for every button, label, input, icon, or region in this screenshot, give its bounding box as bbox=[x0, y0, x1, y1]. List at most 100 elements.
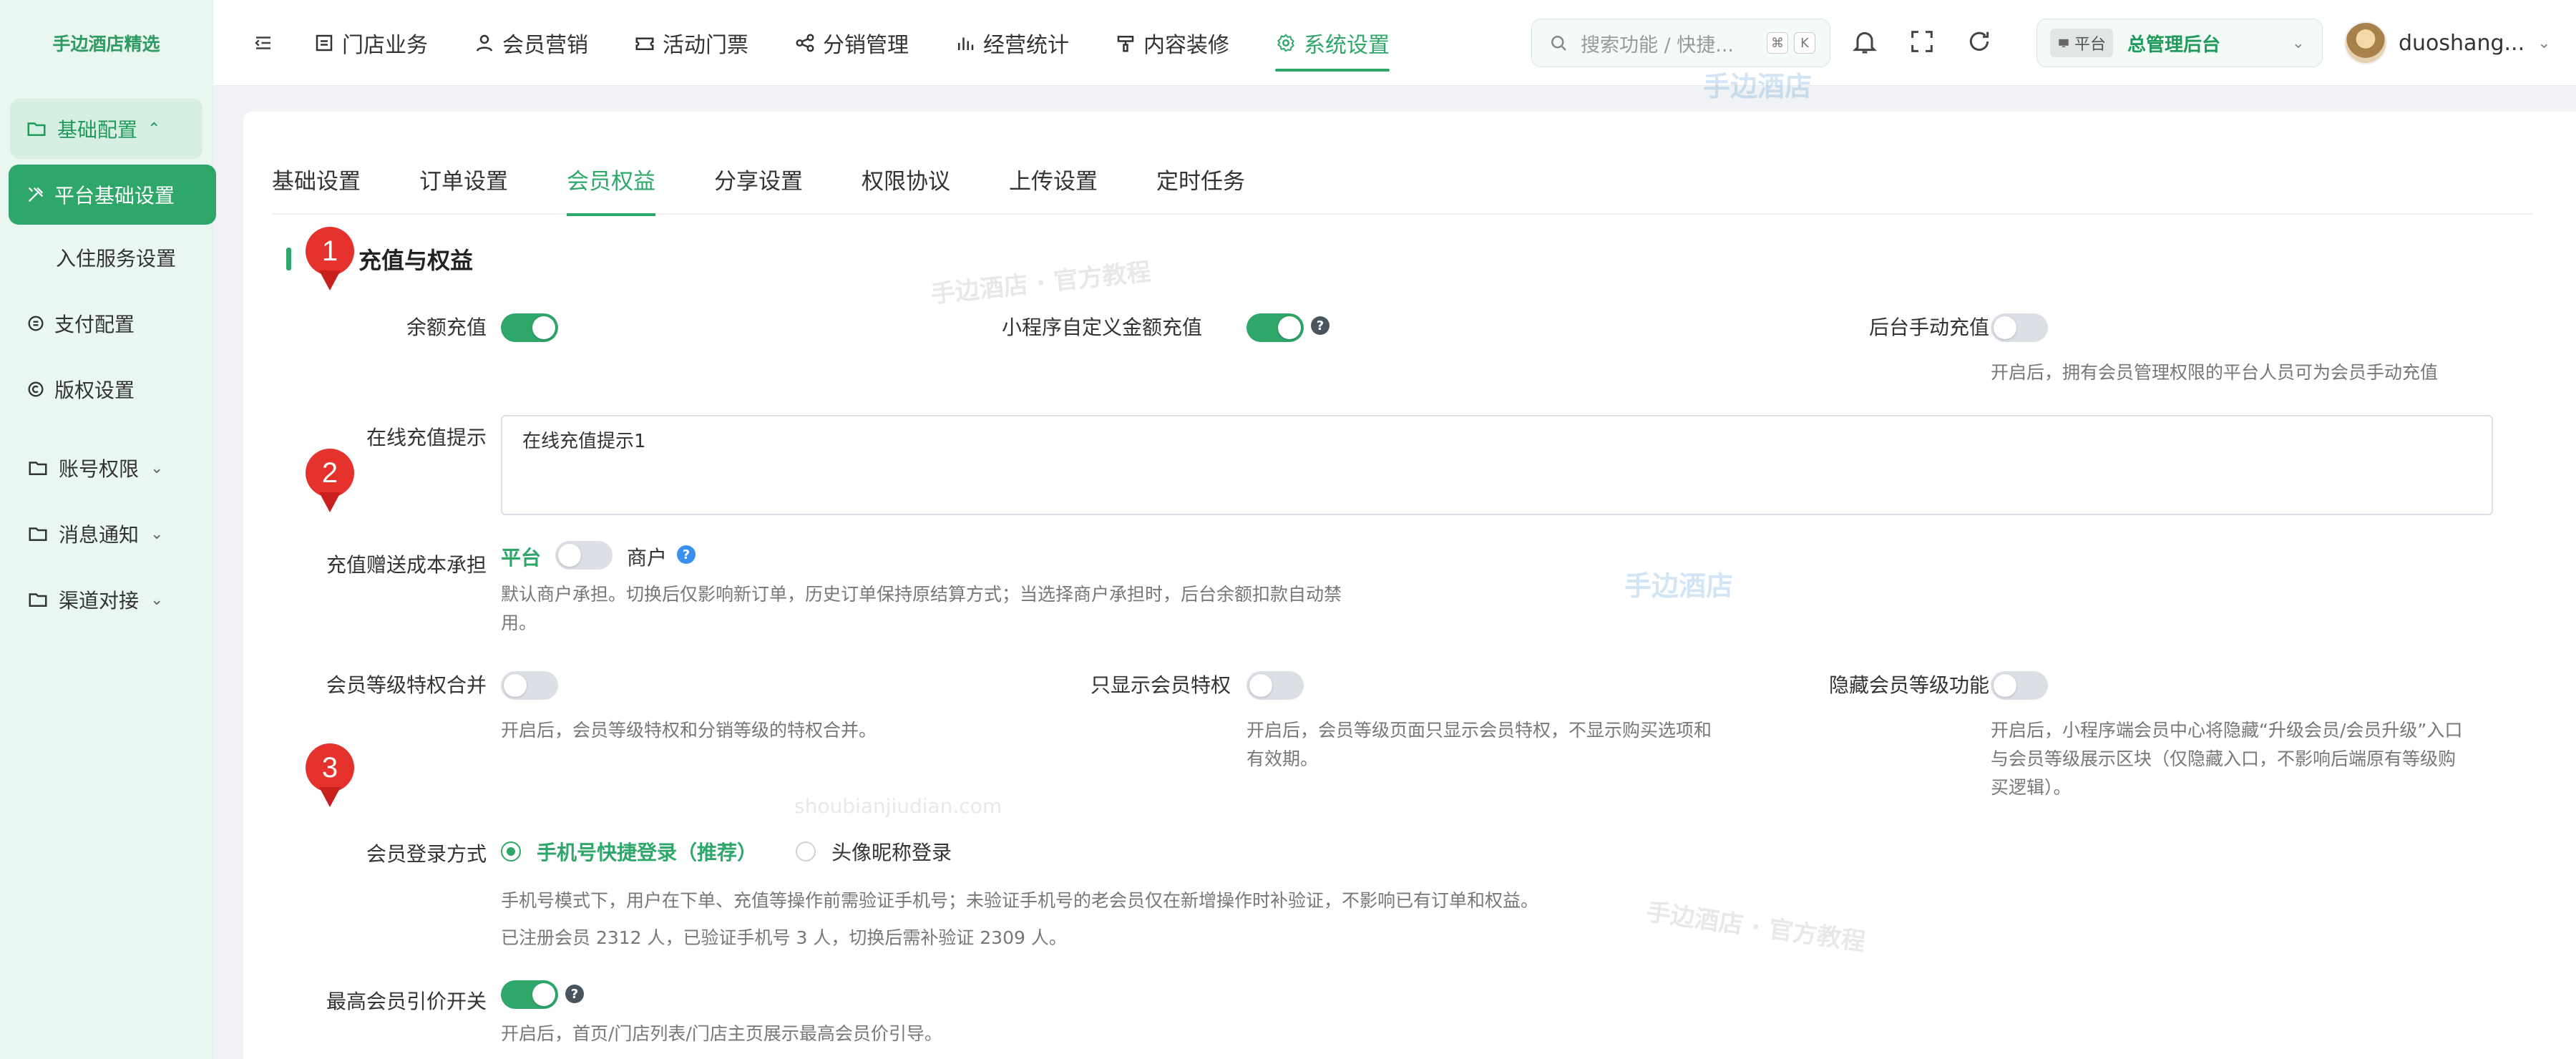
balance-recharge-label: 余额充值 bbox=[406, 316, 487, 339]
balance-recharge-switch[interactable] bbox=[501, 313, 558, 342]
nav-system-settings[interactable]: 系统设置 bbox=[1275, 0, 1390, 86]
only-member-priv-switch[interactable] bbox=[1246, 671, 1304, 700]
payment-icon bbox=[28, 316, 44, 331]
user-icon bbox=[476, 34, 493, 52]
nav-label: 经营统计 bbox=[983, 32, 1069, 58]
folder-icon bbox=[29, 462, 47, 475]
tab-permission-agreement[interactable]: 权限协议 bbox=[862, 155, 950, 215]
marker-number: 2 bbox=[322, 457, 338, 489]
nav-content-decor[interactable]: 内容装修 bbox=[1115, 0, 1229, 86]
folder-icon bbox=[29, 527, 47, 541]
sidebar-item-copyright[interactable]: 版权设置 bbox=[0, 356, 213, 422]
radio-label: 头像昵称登录 bbox=[831, 841, 952, 864]
nav-business-stats[interactable]: 经营统计 bbox=[955, 0, 1069, 86]
annotation-marker-3: 3 bbox=[306, 743, 354, 807]
top-member-price-switch[interactable] bbox=[501, 980, 558, 1009]
nav-activity-tickets[interactable]: 活动门票 bbox=[634, 0, 748, 86]
ticket-icon bbox=[635, 37, 654, 50]
sidebar: 手边酒店精选 基础配置 ⌃ 平台基础设置 入住服务设置 支付配置 版权设置 账号… bbox=[0, 0, 216, 1059]
sidebar-group-account[interactable]: 账号权限 ⌄ bbox=[0, 435, 213, 501]
brand-logo-text: 手边酒店精选 bbox=[52, 34, 160, 54]
share-icon bbox=[796, 34, 814, 52]
miniapp-custom-recharge-label: 小程序自定义金额充值 bbox=[1001, 316, 1202, 339]
tab-basic[interactable]: 基础设置 bbox=[272, 155, 361, 215]
tab-order[interactable]: 订单设置 bbox=[419, 155, 508, 215]
search-input[interactable]: 搜索功能 / 快捷... ⌘ K bbox=[1531, 19, 1830, 67]
sidebar-item-label: 平台基础设置 bbox=[54, 184, 175, 208]
role-select[interactable]: 平台 总管理后台 ⌄ bbox=[2036, 19, 2323, 67]
miniapp-custom-recharge-switch[interactable] bbox=[1246, 313, 1304, 342]
fullscreen-icon[interactable] bbox=[1908, 27, 1936, 56]
nav-label: 内容装修 bbox=[1143, 32, 1229, 58]
radio-label: 手机号快捷登录（推荐） bbox=[537, 841, 758, 864]
nav-label: 系统设置 bbox=[1304, 32, 1390, 58]
nav-member-marketing[interactable]: 会员营销 bbox=[474, 0, 588, 86]
nav-distribution[interactable]: 分销管理 bbox=[794, 0, 909, 86]
tab-scheduled-tasks[interactable]: 定时任务 bbox=[1156, 155, 1245, 215]
nav-label: 会员营销 bbox=[502, 32, 588, 58]
sidebar-group-label: 消息通知 bbox=[59, 523, 140, 547]
chevron-down-icon: ⌄ bbox=[2291, 34, 2305, 52]
only-member-priv-help-2: 有效期。 bbox=[1246, 748, 1319, 769]
store-icon bbox=[316, 34, 333, 51]
tab-share[interactable]: 分享设置 bbox=[714, 155, 803, 215]
cost-bearer-merchant-label: 商户 bbox=[627, 546, 668, 570]
cost-bearer-help-1: 默认商户承担。切换后仅影响新订单，历史订单保持原结算方式；当选择商户承担时，后台… bbox=[501, 584, 1342, 605]
manual-recharge-switch[interactable] bbox=[1991, 313, 2048, 342]
nav-store-business[interactable]: 门店业务 bbox=[313, 0, 428, 86]
hide-level-switch[interactable] bbox=[1991, 671, 2048, 700]
help-icon[interactable]: ? bbox=[565, 985, 584, 1003]
sidebar-item-checkin-service[interactable]: 入住服务设置 bbox=[0, 225, 213, 291]
manual-recharge-help: 开启后，拥有会员管理权限的平台人员可为会员手动充值 bbox=[1991, 362, 2439, 383]
cost-bearer-platform-label: 平台 bbox=[501, 546, 542, 570]
help-icon[interactable]: ? bbox=[1311, 316, 1330, 335]
online-tip-textarea[interactable]: 在线充值提示1 bbox=[501, 415, 2493, 515]
role-tag: 平台 bbox=[2050, 29, 2114, 57]
menu-collapse-icon bbox=[255, 36, 270, 49]
watermark: 手边酒店 · 官方教程 bbox=[1644, 897, 1868, 957]
chevron-down-icon: ⌄ bbox=[150, 524, 164, 543]
login-radio-phone[interactable]: 手机号快捷登录（推荐） bbox=[501, 837, 757, 866]
sidebar-group-notify[interactable]: 消息通知 ⌄ bbox=[0, 501, 213, 567]
level-merge-help: 开启后，会员等级特权和分销等级的特权合并。 bbox=[501, 720, 877, 741]
nav-label: 门店业务 bbox=[342, 32, 428, 58]
sidebar-item-label: 入住服务设置 bbox=[56, 247, 177, 270]
sidebar-item-label: 版权设置 bbox=[54, 379, 135, 402]
sidebar-group-label: 渠道对接 bbox=[59, 589, 140, 613]
marker-number: 1 bbox=[322, 235, 338, 267]
sidebar-group-basic-config[interactable]: 基础配置 ⌃ bbox=[10, 99, 203, 159]
tab-member-benefits[interactable]: 会员权益 bbox=[567, 155, 655, 216]
bell-icon[interactable] bbox=[1850, 27, 1879, 56]
monitor-icon bbox=[2059, 39, 2069, 47]
level-merge-switch[interactable] bbox=[501, 671, 558, 700]
refresh-icon[interactable] bbox=[1965, 27, 1994, 56]
hide-level-label: 隐藏会员等级功能 bbox=[1828, 673, 1989, 697]
nav-label: 分销管理 bbox=[823, 32, 909, 58]
settings-card: 基础设置 订单设置 会员权益 分享设置 权限协议 上传设置 定时任务 、充值与权… bbox=[243, 71, 2576, 1059]
annotation-marker-2: 2 bbox=[306, 449, 354, 512]
help-icon[interactable]: ? bbox=[677, 545, 696, 564]
hide-level-help-2: 与会员等级展示区块（仅隐藏入口，不影响后端原有等级购 bbox=[1991, 748, 2457, 769]
login-radio-avatar[interactable]: 头像昵称登录 bbox=[796, 837, 952, 866]
sidebar-item-platform-basic[interactable]: 平台基础设置 bbox=[9, 165, 216, 225]
sidebar-item-label: 支付配置 bbox=[54, 313, 135, 336]
collapse-sidebar-button[interactable] bbox=[242, 21, 285, 64]
sidebar-group-channel[interactable]: 渠道对接 ⌄ bbox=[0, 567, 213, 633]
top-member-price-help: 开启后，首页/门店列表/门店主页展示最高会员价引导。 bbox=[501, 1023, 942, 1044]
user-menu[interactable]: duoshang... ⌄ bbox=[2344, 20, 2551, 66]
hide-level-help-3: 买逻辑）。 bbox=[1991, 777, 2072, 798]
cost-bearer-switch[interactable] bbox=[555, 541, 613, 570]
chevron-down-icon: ⌄ bbox=[2537, 34, 2551, 52]
kbd-k: K bbox=[1794, 32, 1815, 54]
chevron-up-icon: ⌃ bbox=[147, 119, 161, 138]
sidebar-item-payment[interactable]: 支付配置 bbox=[0, 291, 213, 356]
search-icon bbox=[1551, 36, 1566, 51]
cost-bearer-label: 充值赠送成本承担 bbox=[326, 553, 487, 577]
only-member-priv-label: 只显示会员特权 bbox=[1090, 673, 1231, 697]
cost-bearer-help-2: 用。 bbox=[501, 613, 537, 633]
top-member-price-label: 最高会员引价开关 bbox=[326, 990, 487, 1013]
tab-upload[interactable]: 上传设置 bbox=[1009, 155, 1098, 215]
avatar bbox=[2344, 21, 2387, 64]
login-method-label: 会员登录方式 bbox=[366, 842, 487, 866]
login-method-help-2: 已注册会员 2312 人，已验证手机号 3 人，切换后需补验证 2309 人。 bbox=[501, 927, 1067, 948]
